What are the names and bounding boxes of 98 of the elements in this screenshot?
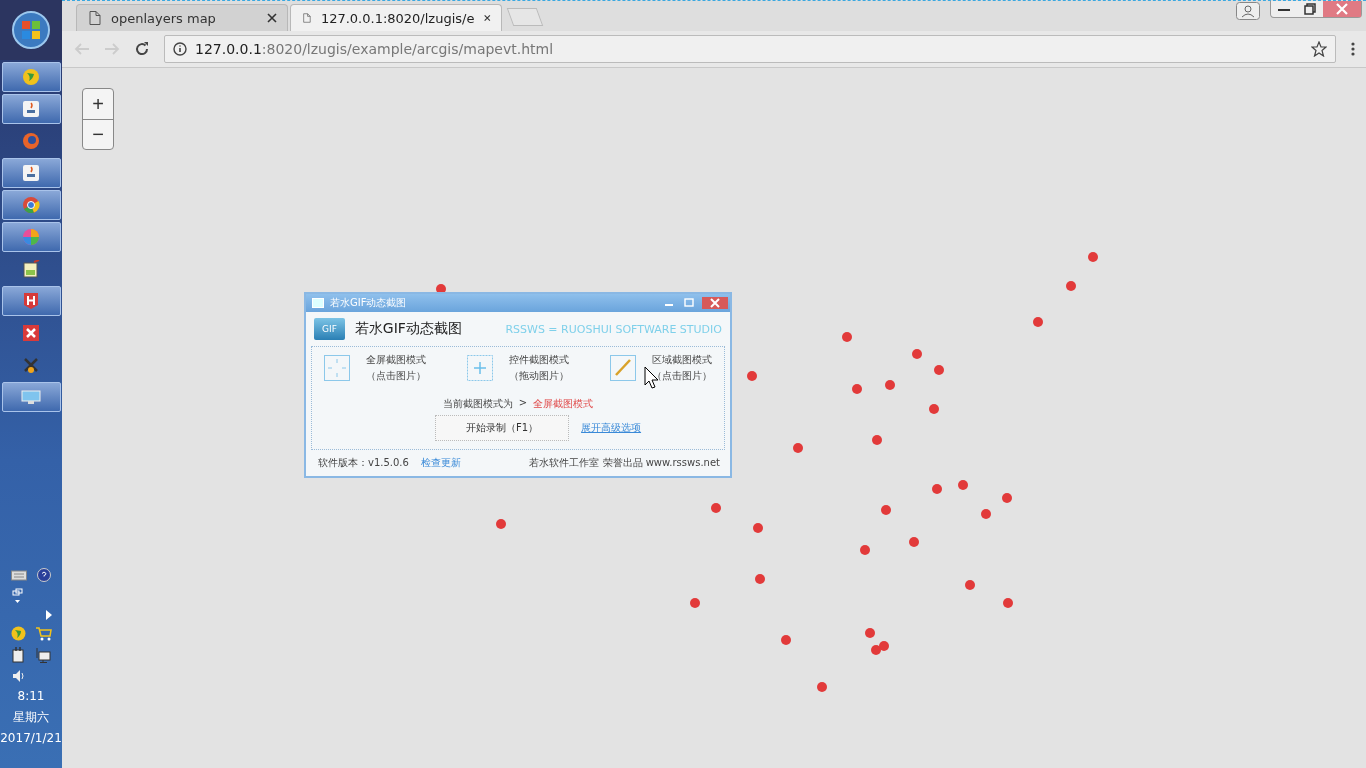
map-point [852,384,862,394]
taskbar-app-button[interactable] [1,382,61,412]
record-button[interactable]: 开始录制（F1） [434,415,570,441]
zoom-out-button[interactable]: − [83,119,113,149]
reload-icon[interactable] [134,41,150,57]
mode-hint: （点击图片） [366,369,426,383]
page-icon [303,11,311,25]
tab-title: openlayers map [111,10,217,26]
mode-hint: （点击图片） [652,369,712,383]
help-icon[interactable] [37,568,51,582]
close-icon[interactable] [702,297,728,309]
map-point [1088,252,1098,262]
taskbar-app-button[interactable] [1,94,61,124]
profile-icon[interactable] [1236,2,1260,20]
map-point [958,480,968,490]
speaker-icon[interactable] [12,669,26,683]
mouse-cursor-icon [644,366,660,390]
app-heading: 若水GIF动态截图 [354,320,462,338]
map-point [1003,598,1013,608]
restore-caret-icon[interactable] [12,588,24,604]
map-point [865,628,875,638]
browser-tab[interactable]: 127.0.0.1:8020/lzugis/e [290,4,502,31]
address-field[interactable]: 127.0.0.1:8020/lzugis/example/arcgis/mapevt.html [164,35,1336,63]
map-point [879,641,889,651]
map-point [1033,317,1043,327]
mode-hint: （拖动图片） [509,369,569,383]
mode-name: 全屏截图模式 [366,353,426,367]
taskbar-app-button[interactable] [1,62,61,92]
taskbar-app-button[interactable] [1,222,61,252]
check-update-link[interactable]: 检查更新 [420,456,461,470]
tab-title: 127.0.0.1:8020/lzugis/e [320,10,475,26]
tools-icon [22,356,40,374]
cross-icon [22,324,40,342]
map-point [881,505,891,515]
map-point [860,545,870,555]
page-icon [89,11,101,25]
star-icon[interactable] [1311,41,1327,57]
clock-time: 8:11 [17,689,45,704]
map-point [1066,281,1076,291]
map-point [929,404,939,414]
map-point [871,645,881,655]
map-point [842,332,852,342]
close-icon[interactable] [267,13,277,23]
map-point [496,519,506,529]
map-point [932,484,942,494]
map-point [1002,493,1012,503]
map-point [755,574,765,584]
map-point [981,509,991,519]
color-wheel-icon [22,228,40,246]
credit-text: 若水软件工作室 荣誉出品 www.rssws.net [529,456,720,470]
map-point [781,635,791,645]
java-cup-icon [22,164,40,182]
taskbar-app-button[interactable] [1,286,61,316]
map-point [909,537,919,547]
map-point [965,580,975,590]
map-point [872,435,882,445]
advanced-options-link[interactable]: 展开高级选项 [581,421,642,435]
map-point [690,598,700,608]
current-mode-label: 当前截图模式为 [442,397,513,411]
gif-logo: GIF [314,318,345,340]
maximize-icon[interactable] [682,298,696,308]
dialog-title: 若水GIF动态截图 [330,296,407,310]
mode-name: 控件截图模式 [509,353,569,367]
monitor-icon [21,390,41,404]
taskbar-app-button[interactable] [1,158,61,188]
clock-weekday: 星期六 [13,710,49,725]
network-icon[interactable] [35,647,51,663]
map-point [912,349,922,359]
mode-name: 区域截图模式 [652,353,712,367]
start-button[interactable] [0,0,62,60]
clock-date: 2017/1/21 [0,731,62,746]
chrome-icon [22,196,40,214]
map-point [747,371,757,381]
info-icon [173,42,187,56]
map-point [793,443,803,453]
shield-icon [22,292,40,310]
map-point [934,365,944,375]
version-text: 软件版本：v1.5.0.6 [318,456,409,470]
app-icon [312,298,324,308]
current-mode-arrow: > [518,397,528,410]
map-point [753,523,763,533]
zoom-in-button[interactable]: + [83,89,113,119]
map-point [817,682,827,692]
windows-logo-icon [11,10,51,50]
caret-right-icon[interactable] [46,610,52,620]
java-cup-icon [22,100,40,118]
notepad-icon [22,260,40,278]
close-icon[interactable] [484,13,491,23]
map-point [711,503,721,513]
cart-icon[interactable] [35,626,52,641]
current-mode-value: 全屏截图模式 [533,397,594,411]
menu-icon[interactable] [1350,41,1356,57]
power-plug-icon[interactable] [11,647,25,663]
browser-tab[interactable]: openlayers map [76,4,288,31]
studio-tagline: RSSWS = RUOSHUI SOFTWARE STUDIO [505,322,722,336]
taskbar-app-button[interactable] [1,190,61,220]
keyboard-icon[interactable] [11,569,27,581]
map-point [885,380,895,390]
